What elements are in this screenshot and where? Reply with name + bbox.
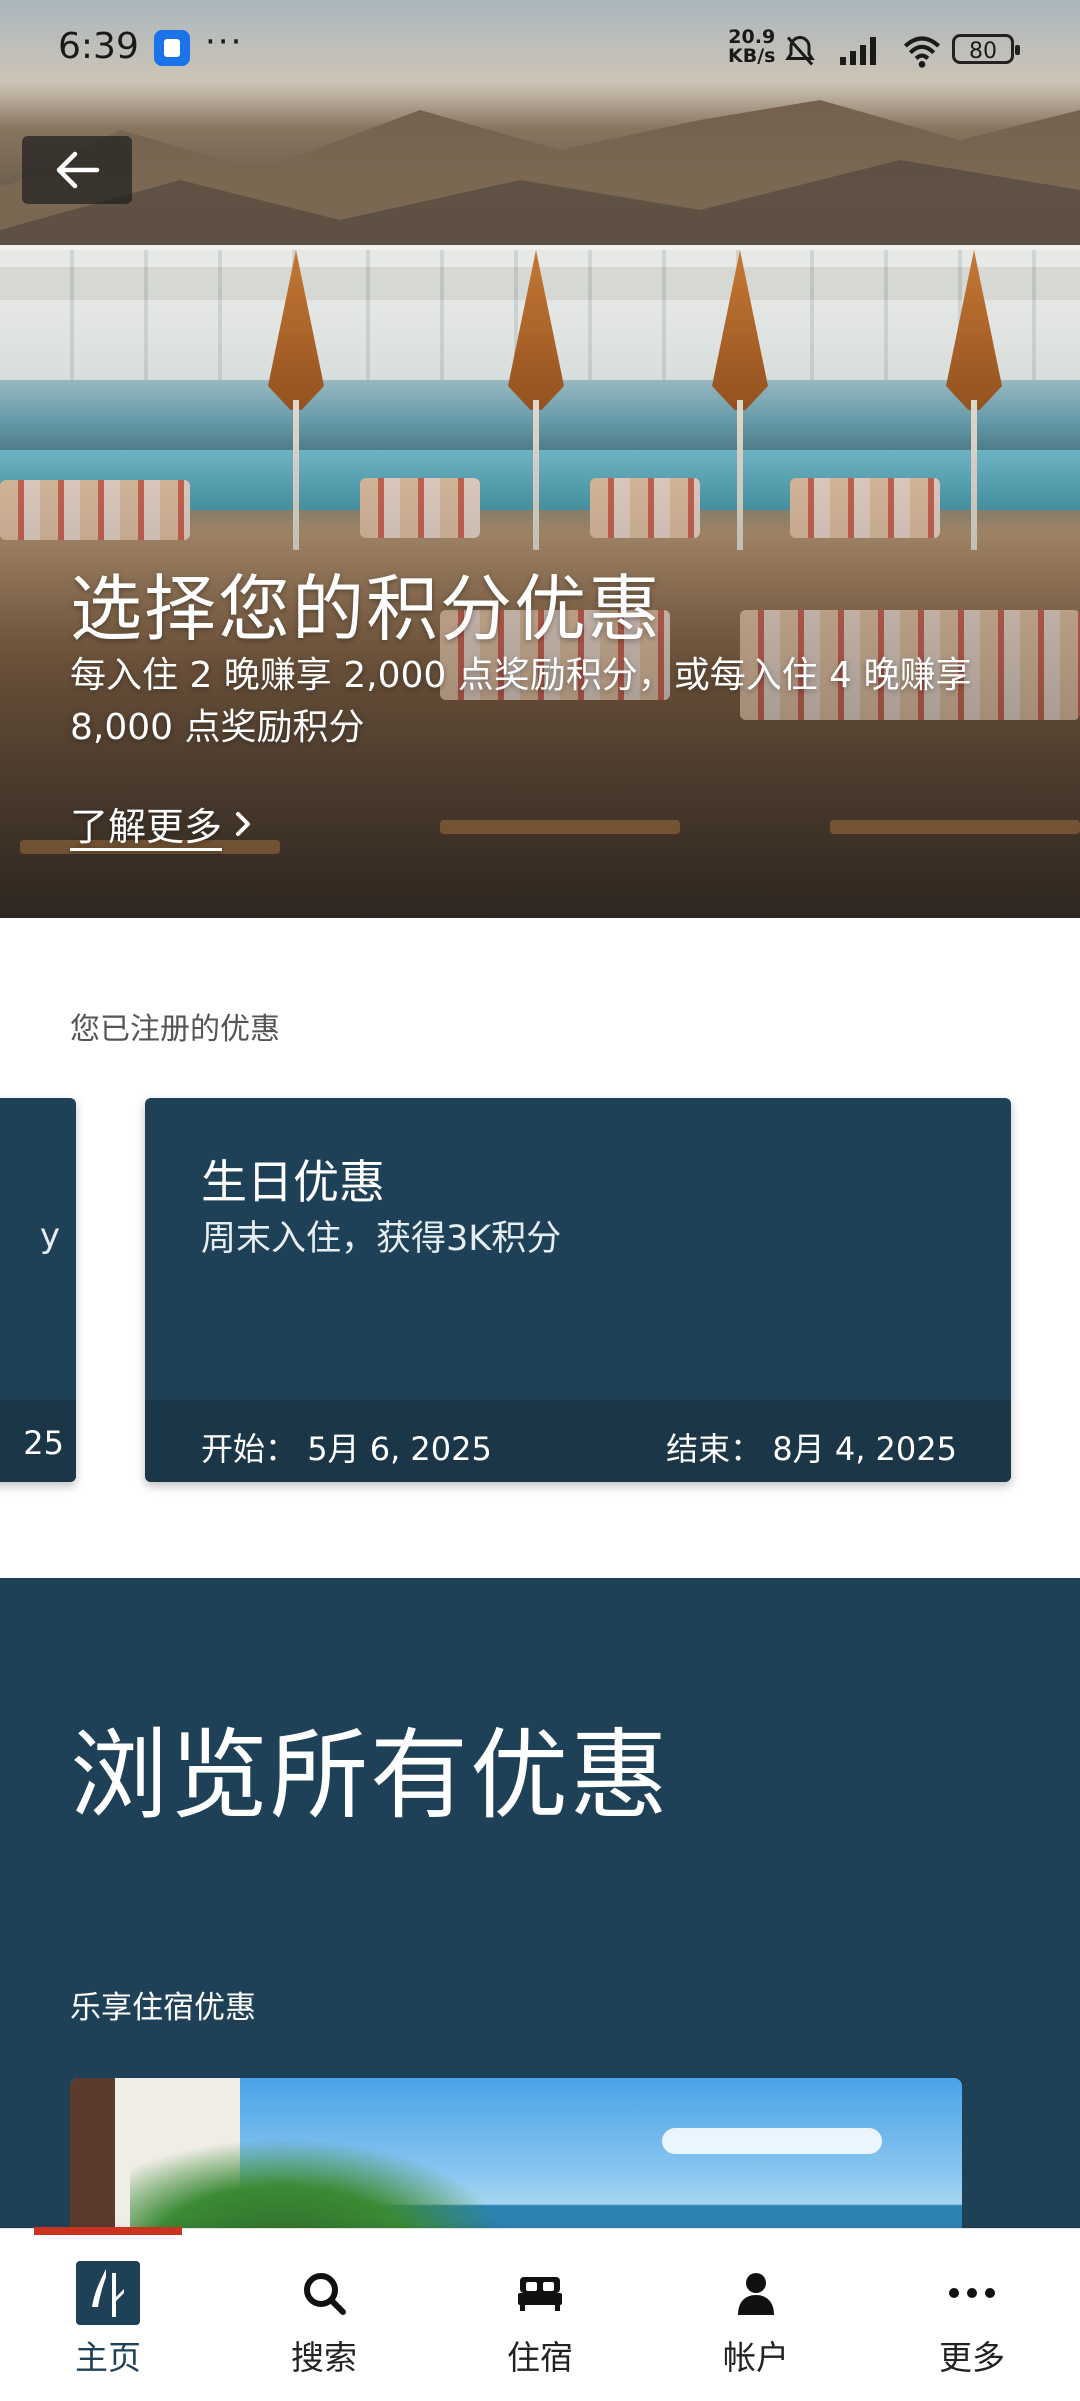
offer-card-previous-desc: y	[39, 1216, 60, 1256]
arrow-left-icon	[56, 151, 100, 189]
learn-more-label: 了解更多	[70, 805, 223, 849]
status-bar: 6:39 ··· 20.9 KB/s 80	[0, 0, 1080, 100]
signal-icon	[840, 37, 877, 65]
browse-offers-section: 浏览所有优惠 乐享住宿优惠	[0, 1578, 1080, 2258]
network-speed: 20.9 KB/s	[728, 28, 775, 66]
bed-icon	[518, 2277, 562, 2311]
offer-start-value: 5月 6, 2025	[307, 1430, 492, 1468]
back-button[interactable]	[22, 136, 132, 204]
chevron-right-icon	[236, 811, 251, 836]
active-tab-indicator	[34, 2227, 182, 2235]
nav-label-more: 更多	[939, 2338, 1005, 2377]
offer-start-date: 开始： 5月 6, 2025	[201, 1424, 492, 1470]
offer-card-description: 周末入住，获得3K积分	[201, 1219, 562, 1259]
nav-item-search[interactable]: 搜索	[244, 2261, 404, 2379]
person-icon	[738, 2273, 774, 2315]
nav-label-account: 帐户	[723, 2338, 789, 2377]
nav-item-account[interactable]: 帐户	[676, 2261, 836, 2379]
search-icon	[304, 2273, 346, 2315]
offer-card-previous-date: 25	[23, 1424, 64, 1462]
nav-label-stays: 住宿	[507, 2338, 573, 2377]
wifi-icon	[904, 36, 941, 68]
hero-gradient-overlay	[0, 0, 1080, 918]
nav-item-stays[interactable]: 住宿	[460, 2261, 620, 2379]
offer-end-date: 结束： 8月 4, 2025	[666, 1424, 957, 1470]
bottom-navigation: 主页 搜索 住宿 帐户 更多	[0, 2227, 1080, 2401]
offer-start-label: 开始：	[201, 1430, 298, 1468]
status-icons	[782, 30, 942, 69]
status-time: 6:39	[58, 26, 139, 67]
hero-banner: 6:39 ··· 20.9 KB/s 80 选择您的积分优惠 每入住 2 晚赚享…	[0, 0, 1080, 918]
learn-more-link[interactable]: 了解更多	[70, 796, 252, 851]
hero-title: 选择您的积分优惠	[70, 567, 663, 651]
browse-offers-title: 浏览所有优惠	[70, 1719, 671, 1833]
outlook-notification-icon	[154, 30, 190, 66]
browse-offers-subtitle: 乐享住宿优惠	[70, 1990, 256, 2026]
offer-card-footer: 开始： 5月 6, 2025 结束： 8月 4, 2025	[145, 1400, 1011, 1482]
hero-subtitle: 每入住 2 晚赚享 2,000 点奖励积分，或每入住 4 晚赚享 8,000 点…	[70, 655, 972, 748]
registered-offers-heading: 您已注册的优惠	[70, 1012, 280, 1047]
nav-label-search: 搜索	[291, 2338, 357, 2377]
nav-label-home: 主页	[75, 2338, 141, 2377]
offer-card-previous-footer: 25	[0, 1400, 76, 1482]
battery-indicator: 80	[952, 34, 1020, 64]
mute-bell-icon	[785, 35, 815, 66]
offer-end-label: 结束：	[666, 1430, 763, 1468]
offer-card-previous[interactable]: y 25	[0, 1098, 76, 1482]
more-notifications-icon: ···	[205, 22, 244, 62]
nav-item-more[interactable]: 更多	[892, 2261, 1052, 2379]
network-speed-unit: KB/s	[728, 45, 776, 67]
offer-end-value: 8月 4, 2025	[772, 1430, 957, 1468]
offer-card-title: 生日优惠	[201, 1155, 385, 1209]
nav-item-home[interactable]: 主页	[28, 2261, 188, 2379]
cloud	[662, 2128, 882, 2154]
more-icon	[949, 2288, 995, 2298]
brand-logo-icon	[76, 2261, 140, 2325]
offer-card-birthday[interactable]: 生日优惠 周末入住，获得3K积分 开始： 5月 6, 2025 结束： 8月 4…	[145, 1098, 1011, 1482]
